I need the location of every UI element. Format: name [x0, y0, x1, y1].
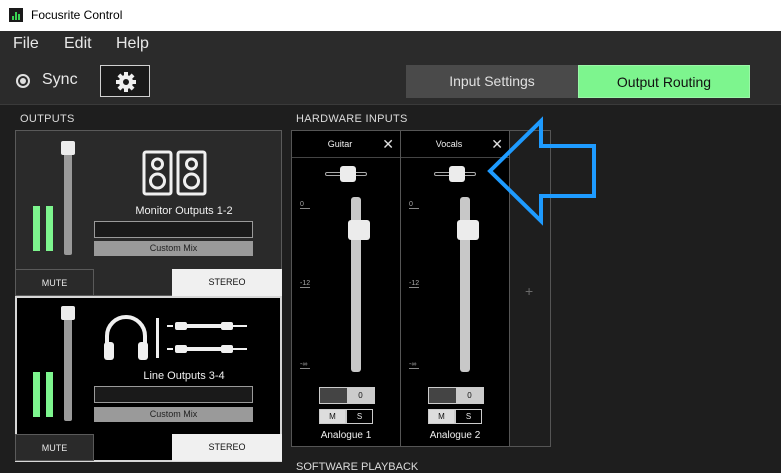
mute-button[interactable]: MUTE [15, 269, 94, 296]
custom-mix-selector[interactable]: Custom Mix [94, 407, 253, 422]
output-label-field[interactable] [94, 221, 253, 238]
db-mark-0: 0 [300, 201, 310, 209]
output-label-field[interactable] [94, 386, 253, 403]
channel-name: Vocals [435, 139, 463, 149]
level-meter-left [33, 206, 40, 251]
stereo-button[interactable]: STEREO [172, 269, 282, 296]
title-bar: Focusrite Control [0, 0, 781, 31]
solo-toggle[interactable]: S [455, 409, 482, 424]
settings-button[interactable] [100, 65, 150, 97]
software-playback-section-label: SOFTWARE PLAYBACK [296, 461, 419, 473]
gain-display[interactable]: 0 [319, 387, 375, 404]
tab-output-routing[interactable]: Output Routing [578, 65, 750, 98]
mute-toggle[interactable]: M [428, 409, 455, 424]
divider [156, 318, 159, 358]
channel-header: Guitar ✕ [292, 131, 400, 158]
annotation-arrow-icon [487, 116, 596, 226]
pan-slider-knob[interactable] [340, 166, 356, 182]
outputs-section-label: OUTPUTS [20, 113, 75, 125]
sync-label: Sync [42, 71, 78, 88]
gear-icon [116, 72, 136, 92]
pan-slider-knob[interactable] [449, 166, 465, 182]
output-card-monitor[interactable]: Monitor Outputs 1-2 Custom Mix MUTE STER… [15, 130, 282, 296]
output-name-monitor: Monitor Outputs 1-2 [135, 205, 233, 217]
sync-radio[interactable] [16, 74, 30, 88]
db-mark-inf: -∞ [300, 361, 310, 369]
channel-name: Guitar [327, 139, 353, 149]
db-mark-12: -12 [300, 280, 311, 288]
db-mark-inf: -∞ [409, 361, 419, 369]
tab-input-settings[interactable]: Input Settings [406, 65, 578, 98]
channel-strip-guitar: Guitar ✕ 0 -12 -∞ 0 M S Analogue 1 [291, 130, 401, 447]
jack-cables-icon [167, 322, 247, 353]
channel-fader-knob[interactable] [457, 220, 479, 240]
menu-bar: File Edit Help [0, 31, 781, 57]
speakers-icon [142, 150, 207, 196]
db-mark-0: 0 [409, 201, 419, 209]
mute-button[interactable]: MUTE [15, 434, 94, 461]
output-fader-track [64, 145, 72, 255]
gain-value: 0 [456, 388, 483, 403]
add-channel-button[interactable]: + [525, 283, 533, 299]
level-meter-left [33, 372, 40, 417]
close-icon[interactable]: ✕ [382, 136, 394, 153]
headphones-icon [104, 315, 148, 360]
channel-fader-knob[interactable] [348, 220, 370, 240]
gain-value: 0 [347, 388, 374, 403]
channel-source-label: Analogue 1 [320, 430, 372, 441]
channel-source-label: Analogue 2 [429, 430, 481, 441]
output-fader-knob[interactable] [61, 141, 75, 155]
toolbar: Sync Input Settings Output Routing [0, 57, 781, 105]
output-card-line[interactable]: Line Outputs 3-4 Custom Mix MUTE STEREO [15, 296, 282, 462]
db-mark-12: -12 [409, 280, 420, 288]
output-name-line: Line Outputs 3-4 [143, 370, 225, 382]
window-title: Focusrite Control [31, 8, 123, 22]
menu-file[interactable]: File [13, 35, 39, 53]
mute-toggle[interactable]: M [319, 409, 346, 424]
app-icon [9, 8, 23, 22]
gain-display[interactable]: 0 [428, 387, 484, 404]
menu-help[interactable]: Help [116, 35, 149, 53]
output-fader-knob[interactable] [61, 306, 75, 320]
stereo-button[interactable]: STEREO [172, 434, 282, 461]
hardware-inputs-section-label: HARDWARE INPUTS [296, 113, 408, 125]
custom-mix-selector[interactable]: Custom Mix [94, 241, 253, 256]
level-meter-right [46, 206, 53, 251]
solo-toggle[interactable]: S [346, 409, 373, 424]
output-fader-track [64, 311, 72, 421]
menu-edit[interactable]: Edit [64, 35, 92, 53]
level-meter-right [46, 372, 53, 417]
